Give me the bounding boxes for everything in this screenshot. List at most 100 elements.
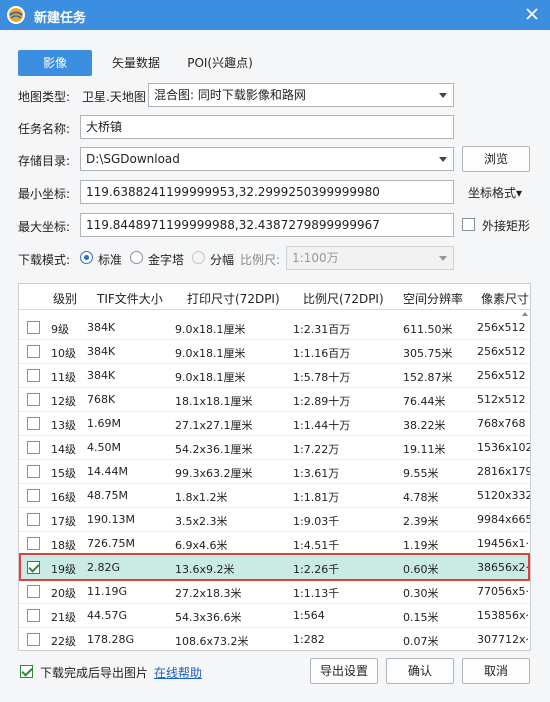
row-checkbox[interactable]: [27, 321, 40, 334]
cell-resolution: 305.75米: [403, 347, 453, 360]
map-mode-select[interactable]: 混合图: 同时下载影像和路网: [148, 83, 454, 107]
row-checkbox[interactable]: [27, 417, 40, 430]
cell-tif-size: 384K: [87, 369, 116, 382]
coord-format-dropdown[interactable]: 坐标格式▾: [468, 184, 522, 201]
confirm-button[interactable]: 确认: [386, 658, 454, 684]
cell-tif-size: 14.44M: [87, 465, 128, 478]
table-row[interactable]: 15级 14.44M 99.3x63.2厘米 1:3.61万 9.55米 2816x179…: [19, 460, 530, 484]
table-row[interactable]: 13级 1.69M 27.1x27.1厘米 1:1.44十万 38.22米 768x768: [19, 412, 530, 436]
storage-label: 存储目录:: [18, 154, 71, 168]
cell-print-size: 1.8x1.2米: [175, 491, 228, 504]
row-checkbox[interactable]: [27, 393, 40, 406]
col-tif-size: TIF文件大小: [97, 292, 163, 306]
cell-resolution: 2.39米: [403, 515, 439, 528]
table-row[interactable]: 9级 384K 9.0x18.1厘米 1:2.31百万 611.50米 256x512: [19, 316, 530, 340]
cell-tif-size: 4.50M: [87, 441, 121, 454]
table-row[interactable]: 18级 726.75M 6.9x4.6米 1:4.51千 1.19米 19456x1···: [19, 532, 531, 556]
cell-print-size: 108.6x73.2米: [175, 635, 249, 648]
browse-button[interactable]: 浏览: [462, 146, 530, 172]
row-checkbox[interactable]: [27, 345, 40, 358]
cell-resolution: 76.44米: [403, 395, 446, 408]
mode-standard-radio[interactable]: [80, 251, 93, 264]
cell-scale: 1:2.89十万: [293, 395, 351, 408]
cell-resolution: 152.87米: [403, 371, 453, 384]
table-row[interactable]: 11级 384K 9.0x18.1厘米 1:5.78十万 152.87米 256x512: [19, 364, 530, 388]
window-title: 新建任务: [34, 11, 87, 26]
table-row[interactable]: 10级 384K 9.0x18.1厘米 1:1.16百万 305.75米 256x512: [19, 340, 530, 364]
cell-pixel-size: 38656x2···: [477, 561, 531, 574]
table-row[interactable]: 22级 178.28G 108.6x73.2米 1:282 0.07米 307712x··…: [19, 628, 531, 650]
row-checkbox[interactable]: [27, 585, 40, 598]
cell-pixel-size: 307712x···: [477, 633, 531, 646]
row-checkbox[interactable]: [27, 441, 40, 454]
level-table: 级别 TIF文件大小 打印尺寸(72DPI) 比例尺(72DPI) 空间分辨率 …: [18, 283, 531, 651]
cell-print-size: 9.0x18.1厘米: [175, 347, 246, 360]
export-after-checkbox[interactable]: [20, 665, 33, 678]
table-row[interactable]: 20级 11.19G 27.2x18.3米 1:1.13千 0.30米 77056x5··…: [19, 580, 531, 604]
table-row[interactable]: 17级 190.13M 3.5x2.3米 1:9.03千 2.39米 9984x6656: [19, 508, 530, 532]
tab-vector-data[interactable]: 矢量数据: [102, 50, 170, 76]
storage-value: D:\SGDownload: [86, 152, 180, 166]
cell-scale: 1:2.31百万: [293, 323, 351, 336]
min-coord-input[interactable]: 119.6388241199999953,32.2999250399999980: [80, 180, 454, 204]
map-mode-value: 混合图: 同时下载影像和路网: [154, 88, 306, 102]
scale-select[interactable]: 1:100万: [286, 246, 454, 270]
cell-pixel-size: 77056x5···: [477, 585, 531, 598]
tab-poi[interactable]: POI(兴趣点): [178, 50, 262, 76]
cell-level: 13级: [51, 419, 76, 432]
tab-imagery[interactable]: 影像: [18, 50, 92, 76]
cancel-button[interactable]: 取消: [462, 658, 530, 684]
storage-select[interactable]: D:\SGDownload: [80, 147, 454, 171]
outer-rect-checkbox[interactable]: [462, 218, 475, 231]
cell-scale: 1:3.61万: [293, 467, 340, 480]
cell-tif-size: 768K: [87, 393, 116, 406]
cell-scale: 1:1.81万: [293, 491, 340, 504]
max-coord-input[interactable]: 119.8448971199999988,32.4387279899999967: [80, 213, 454, 237]
table-row[interactable]: 21级 44.57G 54.3x36.6米 1:564 0.15米 153856x···: [19, 604, 530, 628]
col-print-size: 打印尺寸(72DPI): [187, 292, 280, 306]
col-pixel-size: 像素尺寸: [481, 292, 530, 306]
cell-print-size: 9.0x18.1厘米: [175, 371, 246, 384]
cell-pixel-size: 1536x1024: [477, 441, 530, 454]
mode-split-radio[interactable]: [192, 251, 205, 264]
task-name-input[interactable]: 大桥镇: [80, 115, 454, 139]
row-checkbox[interactable]: [27, 513, 40, 526]
chevron-down-icon: [439, 256, 447, 261]
map-type-value: 卫星.天地图: [82, 90, 146, 104]
cell-print-size: 54.2x36.1厘米: [175, 443, 253, 456]
table-row[interactable]: 14级 4.50M 54.2x36.1厘米 1:7.22万 19.11米 1536x102…: [19, 436, 530, 460]
row-checkbox[interactable]: [27, 561, 40, 574]
online-help-link[interactable]: 在线帮助: [154, 664, 202, 681]
cell-pixel-size: 5120x3328: [477, 489, 530, 502]
cell-print-size: 54.3x36.6米: [175, 611, 242, 624]
row-checkbox[interactable]: [27, 489, 40, 502]
cell-pixel-size: 19456x1···: [477, 537, 531, 550]
cell-scale: 1:564: [293, 609, 325, 622]
chevron-down-icon: [439, 157, 447, 162]
row-checkbox[interactable]: [27, 633, 40, 646]
row-checkbox[interactable]: [27, 609, 40, 622]
cell-tif-size: 1.69M: [87, 417, 121, 430]
chevron-down-icon: [439, 93, 447, 98]
cell-scale: 1:5.78十万: [293, 371, 351, 384]
title-bar: 新建任务: [0, 0, 550, 30]
mode-pyramid-radio[interactable]: [130, 251, 143, 264]
col-level: 级别: [53, 292, 78, 306]
cell-level: 12级: [51, 395, 76, 408]
cell-print-size: 6.9x4.6米: [175, 539, 228, 552]
cell-tif-size: 11.19G: [87, 585, 128, 598]
export-settings-button[interactable]: 导出设置: [310, 658, 378, 684]
table-row[interactable]: 19级 2.82G 13.6x9.2米 1:2.26千 0.60米 38656x2···: [19, 556, 531, 580]
cell-scale: 1:9.03千: [293, 515, 340, 528]
table-row[interactable]: 16级 48.75M 1.8x1.2米 1:1.81万 4.78米 5120x3328: [19, 484, 530, 508]
row-checkbox[interactable]: [27, 465, 40, 478]
row-checkbox[interactable]: [27, 537, 40, 550]
col-scale: 比例尺(72DPI): [303, 292, 384, 306]
cell-scale: 1:1.13千: [293, 587, 340, 600]
table-row[interactable]: 12级 768K 18.1x18.1厘米 1:2.89十万 76.44米 512x512: [19, 388, 530, 412]
col-resolution: 空间分辨率: [403, 292, 464, 306]
cell-print-size: 3.5x2.3米: [175, 515, 228, 528]
close-icon[interactable]: [524, 6, 540, 22]
cell-print-size: 9.0x18.1厘米: [175, 323, 246, 336]
row-checkbox[interactable]: [27, 369, 40, 382]
